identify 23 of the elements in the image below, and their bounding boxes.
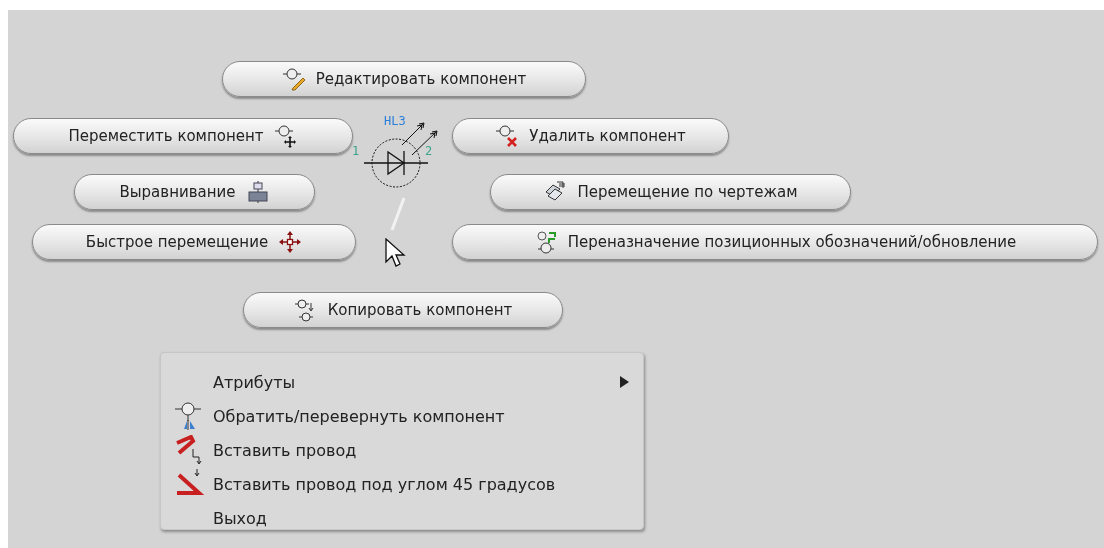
menu-button[interactable]: Быстрое перемещение [32,224,356,260]
menu-item[interactable]: Атрибуты [165,365,629,399]
delete-component-icon [495,124,520,148]
menu-button[interactable]: Переместить компонент [13,118,353,154]
submenu-arrow-icon [619,376,629,388]
menu-button[interactable]: Удалить компонент [452,118,729,154]
component-tag: HL3 [384,114,406,128]
align-icon [245,180,270,204]
four-arrows-icon [278,230,303,254]
menu-item[interactable]: Выход [165,501,629,535]
menu-item[interactable]: Обратить/перевернуть компонент [165,399,629,433]
menu-button[interactable]: Выравнивание [74,174,315,210]
menu-button[interactable]: Редактировать компонент [222,61,586,97]
pin-number: 1 [352,144,360,158]
cursor-icon [384,238,408,270]
menu-item[interactable]: Вставить провод [165,433,629,467]
menu-button[interactable]: Перемещение по чертежам [490,174,851,210]
menu-button[interactable]: Копировать компонент [243,292,563,328]
pin-number: 2 [425,144,433,158]
pencil-component-icon [281,67,306,91]
menu-item[interactable]: Вставить провод под углом 45 градусов [165,467,629,501]
move-component-icon [273,124,298,148]
menu-button[interactable]: Переназначение позиционных обозначений/обновление [452,224,1098,260]
